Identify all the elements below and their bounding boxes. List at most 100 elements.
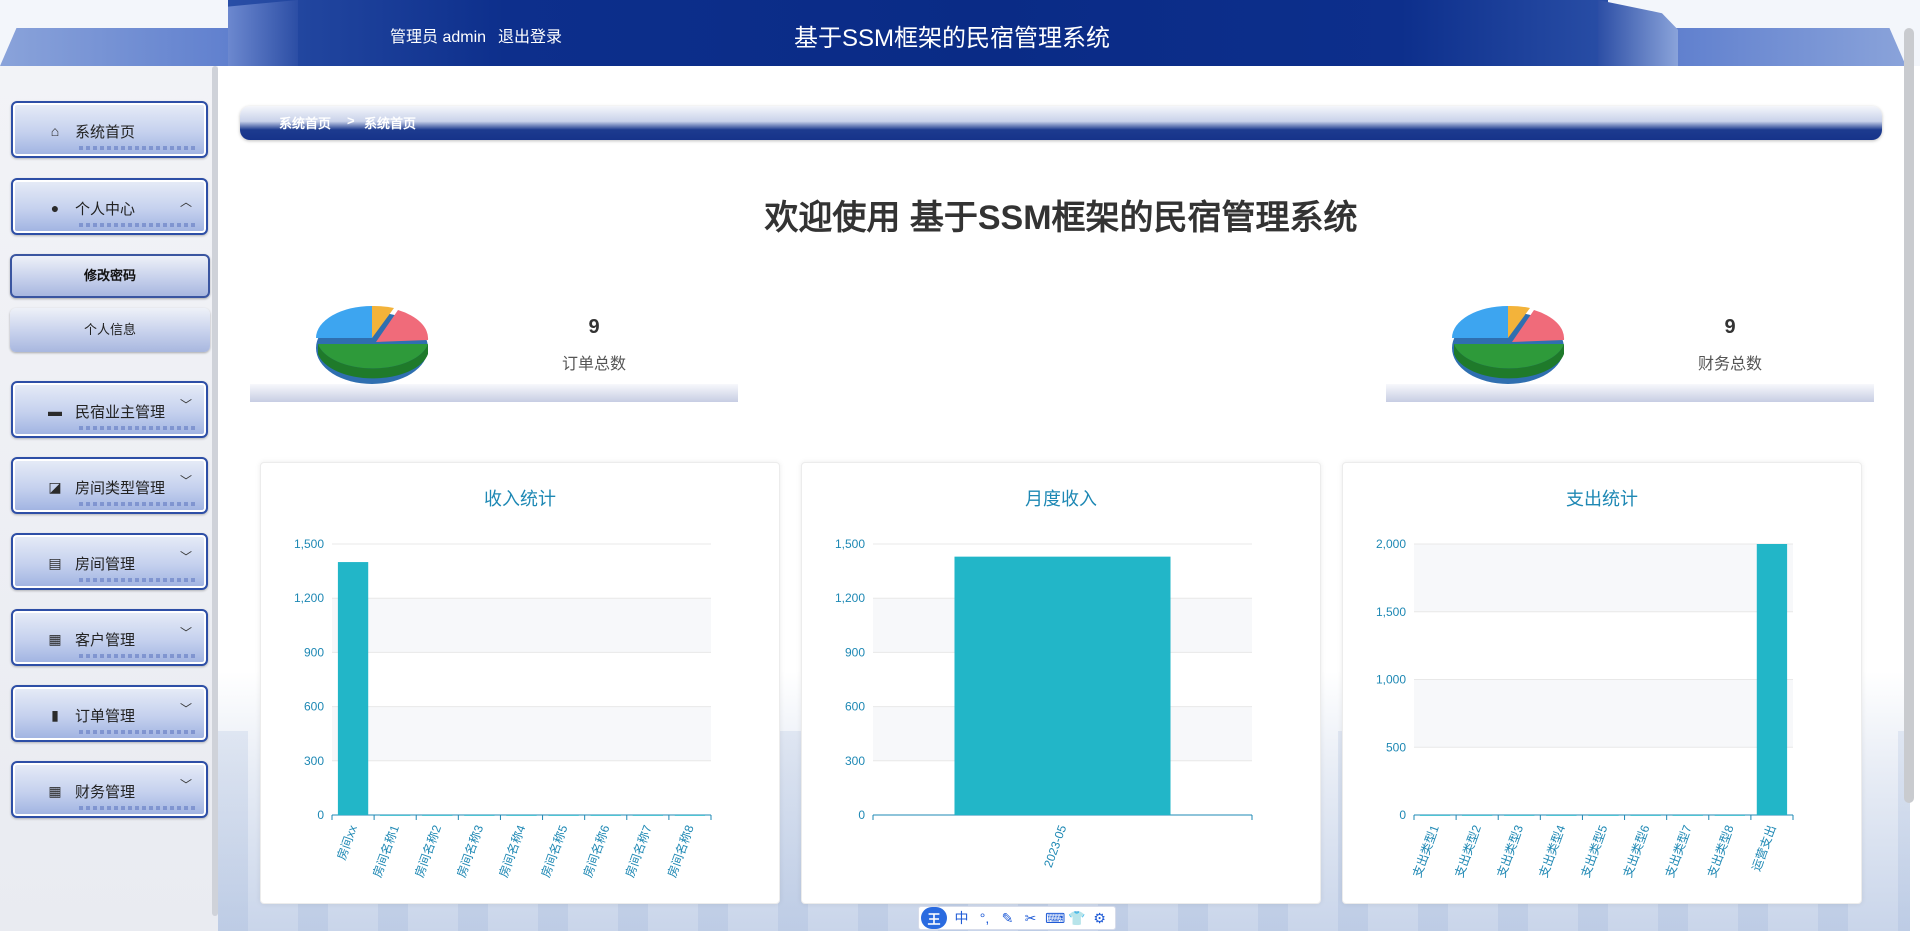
order-total-card: 9 订单总数 xyxy=(250,290,738,402)
y-tick-label: 600 xyxy=(845,700,865,714)
bar xyxy=(422,815,453,816)
y-tick-label: 0 xyxy=(1399,808,1406,822)
chevron-down-icon: ﹀ xyxy=(180,626,193,640)
user-icon: ● xyxy=(50,200,60,216)
sidebar-item-label: 财务管理 xyxy=(75,784,136,801)
punctuation-icon[interactable]: °, xyxy=(976,910,993,926)
chart-line-icon: ◪ xyxy=(48,478,62,495)
x-tick-label: 支出类型5 xyxy=(1578,823,1610,879)
order-total-value: 9 xyxy=(588,316,600,338)
logout-link[interactable]: 退出登录 xyxy=(498,23,562,47)
sidebar-item-4[interactable]: ◪ 房间类型管理 ﹀ xyxy=(11,457,208,514)
x-tick-label: 运营支出 xyxy=(1749,823,1779,873)
bar xyxy=(954,556,1171,815)
user-info: 管理员 admin 退出登录 xyxy=(390,23,562,47)
y-tick-label: 300 xyxy=(845,754,865,768)
app-title: 基于SSM框架的民宿管理系统 xyxy=(794,25,1111,52)
keyboard-icon[interactable]: ⌨ xyxy=(1045,910,1065,927)
x-tick-label: 支出类型8 xyxy=(1705,823,1737,879)
grid-band xyxy=(332,760,711,815)
bar xyxy=(674,815,706,816)
menu-decoration xyxy=(79,502,197,506)
monthly-income-bar-chart: 0 300 600 900 1,200 1,500 2023-05 xyxy=(835,537,1253,869)
chinese-mode-icon[interactable]: 中 xyxy=(953,908,970,928)
bar xyxy=(1546,815,1577,816)
expense-chart-card: 支出统计 0 500 1,000 1,500 2,000 支出类型1 支出类型2 支出类型3 支… xyxy=(1342,462,1862,904)
sidebar-item-label: 房间管理 xyxy=(75,556,136,573)
skin-icon[interactable]: 👕 xyxy=(1068,910,1085,927)
bar xyxy=(1714,815,1745,816)
y-tick-label: 1,500 xyxy=(294,537,324,551)
sidebar-subitem-1[interactable]: 修改密码 xyxy=(10,254,210,298)
handwriting-icon[interactable]: ✎ xyxy=(999,910,1016,927)
x-tick-label: 房间名称3 xyxy=(453,823,486,880)
sidebar-item-label: 房间类型管理 xyxy=(75,480,166,497)
y-tick-label: 900 xyxy=(845,645,865,659)
finance-total-value: 9 xyxy=(1724,316,1736,338)
bar xyxy=(1672,815,1703,816)
bar xyxy=(380,815,411,816)
sidebar-item-label: 民宿业主管理 xyxy=(75,404,166,421)
bar xyxy=(1419,815,1451,816)
y-tick-label: 600 xyxy=(304,700,324,714)
bar xyxy=(464,815,495,816)
y-tick-label: 1,200 xyxy=(294,591,324,605)
home-icon: ⌂ xyxy=(50,123,60,139)
ime-toolbar: 王 中 °, ✎ ✂ ⌨ 👕 ⚙ xyxy=(918,906,1116,930)
sidebar-item-label: 订单管理 xyxy=(75,708,136,725)
clipboard-icon: ▤ xyxy=(48,554,62,571)
header-left-wing xyxy=(0,28,235,66)
sidebar-item-label: 系统首页 xyxy=(75,124,136,141)
grid-band xyxy=(1414,544,1793,612)
x-tick-label: 房间名称2 xyxy=(411,823,444,880)
sidebar-item-2[interactable]: ● 个人中心 ︿ xyxy=(11,178,208,235)
page-scrollbar[interactable] xyxy=(1904,28,1914,803)
finance-total-card: 9 财务总数 xyxy=(1386,290,1874,402)
breadcrumb-current: 系统首页 xyxy=(364,116,417,131)
sidebar-subitem-2[interactable]: 个人信息 xyxy=(10,308,210,352)
breadcrumb-home[interactable]: 系统首页 xyxy=(279,113,331,132)
sidebar-item-6[interactable]: ▦ 客户管理 ﹀ xyxy=(11,609,208,666)
sidebar-item-label: 个人中心 xyxy=(75,201,136,218)
settings-icon[interactable]: ⚙ xyxy=(1091,910,1108,927)
grid-band xyxy=(332,706,711,761)
y-tick-label: 2,000 xyxy=(1376,537,1406,551)
y-tick-label: 900 xyxy=(304,645,324,659)
ime-logo-icon[interactable]: 王 xyxy=(921,907,947,929)
bar xyxy=(506,815,537,816)
x-tick-label: 支出类型2 xyxy=(1452,823,1484,879)
breadcrumb: 系统首页 > 系统首页 xyxy=(240,106,1882,140)
x-tick-label: 支出类型3 xyxy=(1494,823,1526,879)
sidebar-item-3[interactable]: ▬ 民宿业主管理 ﹀ xyxy=(11,381,208,438)
sidebar-item-5[interactable]: ▤ 房间管理 ﹀ xyxy=(11,533,208,590)
bar xyxy=(590,815,621,816)
menu-decoration xyxy=(79,654,197,658)
pie-chart-icon xyxy=(316,305,429,384)
income-bar-chart: 0 300 600 900 1,200 1,500 房间xx 房间名称1 房间名称2 房间名称3 房… xyxy=(294,537,712,880)
chevron-up-icon: ︿ xyxy=(180,195,193,209)
menu-decoration xyxy=(79,146,197,150)
sidebar-item-1[interactable]: ⌂ 系统首页 xyxy=(11,101,208,158)
sidebar-item-8[interactable]: ▦ 财务管理 ﹀ xyxy=(11,761,208,818)
y-tick-label: 0 xyxy=(858,808,865,822)
bar xyxy=(1588,815,1619,816)
menu-decoration xyxy=(79,426,197,430)
x-tick-label: 支出类型1 xyxy=(1410,823,1442,879)
sidebar-item-7[interactable]: ▮ 订单管理 ﹀ xyxy=(11,685,208,742)
chevron-down-icon: ﹀ xyxy=(180,778,193,792)
y-tick-label: 1,500 xyxy=(1376,605,1406,619)
monitor-icon: ▬ xyxy=(48,403,62,419)
monthly-income-chart-card: 月度收入 0 300 600 900 1,200 1,500 2023-05 xyxy=(801,462,1321,904)
x-tick-label: 支出类型6 xyxy=(1621,823,1653,879)
menu-decoration xyxy=(79,806,197,810)
sidebar-item-label: 客户管理 xyxy=(75,632,136,649)
x-tick-label: 房间名称7 xyxy=(622,823,655,880)
menu-decoration xyxy=(79,578,197,582)
x-tick-label: 房间xx xyxy=(333,823,359,862)
y-tick-label: 300 xyxy=(304,754,324,768)
bar xyxy=(548,815,579,816)
x-tick-label: 房间名称4 xyxy=(496,823,529,880)
expense-bar-chart: 0 500 1,000 1,500 2,000 支出类型1 支出类型2 支出类型3 支出类型4 支… xyxy=(1376,537,1794,879)
finance-total-label: 财务总数 xyxy=(1697,356,1762,373)
scissors-icon[interactable]: ✂ xyxy=(1022,910,1039,927)
